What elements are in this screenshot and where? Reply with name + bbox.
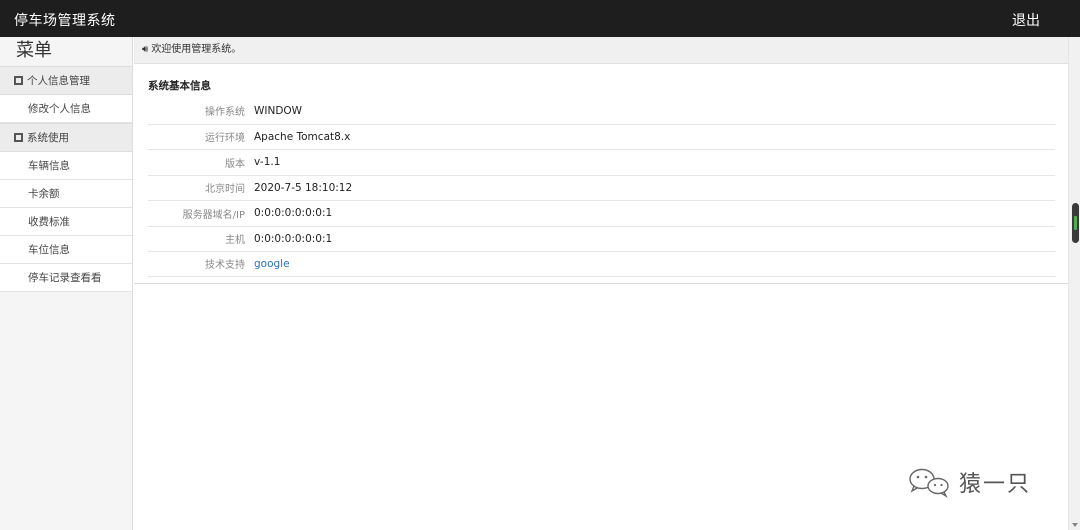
table-row: 北京时间 2020-7-5 18:10:12 bbox=[148, 174, 1055, 201]
welcome-text: 欢迎使用管理系统。 bbox=[151, 44, 242, 55]
main-content: 🔊︎ 欢迎使用管理系统。 系统基本信息 操作系统 WINDOW 运行环境 Apac… bbox=[134, 37, 1068, 530]
welcome-notice: 🔊︎ 欢迎使用管理系统。 bbox=[134, 37, 1068, 64]
table-row: 版本 v-1.1 bbox=[148, 149, 1055, 175]
table-row: 运行环境 Apache Tomcat8.x bbox=[148, 123, 1055, 150]
row-value: WINDOW bbox=[254, 104, 303, 117]
vertical-scrollbar[interactable] bbox=[1068, 37, 1080, 530]
row-label: 北京时间 bbox=[205, 184, 245, 196]
menu-title: 菜单 bbox=[0, 37, 132, 66]
row-value: v-1.1 bbox=[254, 156, 281, 169]
sidebar: 菜单 个人信息管理 修改个人信息 系统使用 车辆信息 卡余额 收费标准 车位信息… bbox=[0, 37, 133, 530]
sidebar-group-personal-info[interactable]: 个人信息管理 bbox=[0, 66, 132, 95]
speaker-icon: 🔊︎ bbox=[142, 44, 149, 55]
sidebar-group-label: 系统使用 bbox=[27, 132, 69, 144]
sidebar-item-fee-standard[interactable]: 收费标准 bbox=[0, 208, 132, 236]
tech-support-link[interactable]: google bbox=[254, 258, 290, 270]
top-navbar: 停车场管理系统 退出 bbox=[0, 0, 1080, 37]
row-value: 2020-7-5 18:10:12 bbox=[254, 181, 353, 194]
row-label: 主机 bbox=[225, 235, 245, 247]
row-label: 运行环境 bbox=[205, 133, 245, 145]
sidebar-item-vehicle-info[interactable]: 车辆信息 bbox=[0, 152, 132, 180]
sidebar-group-label: 个人信息管理 bbox=[27, 75, 90, 87]
system-info-panel: 系统基本信息 操作系统 WINDOW 运行环境 Apache Tomcat8.x… bbox=[134, 64, 1068, 284]
sidebar-item-edit-profile[interactable]: 修改个人信息 bbox=[0, 95, 132, 123]
row-value: 0:0:0:0:0:0:0:1 bbox=[254, 207, 333, 220]
scroll-down-arrow-icon[interactable] bbox=[1072, 523, 1078, 527]
sidebar-group-system-use[interactable]: 系统使用 bbox=[0, 123, 132, 152]
row-value: 0:0:0:0:0:0:0:1 bbox=[254, 232, 333, 245]
sidebar-item-card-balance[interactable]: 卡余额 bbox=[0, 180, 132, 208]
wechat-icon bbox=[905, 466, 959, 498]
row-value: Apache Tomcat8.x bbox=[254, 130, 351, 143]
sidebar-item-parking-space-info[interactable]: 车位信息 bbox=[0, 236, 132, 264]
panel-title: 系统基本信息 bbox=[148, 80, 211, 92]
row-label: 操作系统 bbox=[205, 107, 245, 119]
logout-button[interactable]: 退出 bbox=[1012, 10, 1040, 30]
sidebar-item-parking-records[interactable]: 停车记录查看看 bbox=[0, 264, 132, 292]
row-label: 版本 bbox=[225, 158, 245, 170]
scrollbar-thumb[interactable] bbox=[1072, 203, 1079, 243]
app-title: 停车场管理系统 bbox=[14, 13, 116, 29]
watermark-text: 猿一只 bbox=[959, 472, 1032, 497]
table-row: 服务器域名/IP 0:0:0:0:0:0:0:1 bbox=[148, 200, 1055, 226]
book-icon bbox=[14, 133, 23, 142]
table-row: 主机 0:0:0:0:0:0:0:1 bbox=[148, 225, 1055, 252]
row-label: 服务器域名/IP bbox=[182, 209, 245, 221]
table-row: 操作系统 WINDOW bbox=[148, 98, 1055, 124]
book-icon bbox=[14, 76, 23, 85]
table-row: 技术支持 google bbox=[148, 251, 1055, 277]
watermark: 猿一只 bbox=[905, 466, 1031, 498]
system-info-table: 操作系统 WINDOW 运行环境 Apache Tomcat8.x 版本 v-1… bbox=[148, 98, 1055, 277]
row-label: 技术支持 bbox=[205, 260, 245, 272]
